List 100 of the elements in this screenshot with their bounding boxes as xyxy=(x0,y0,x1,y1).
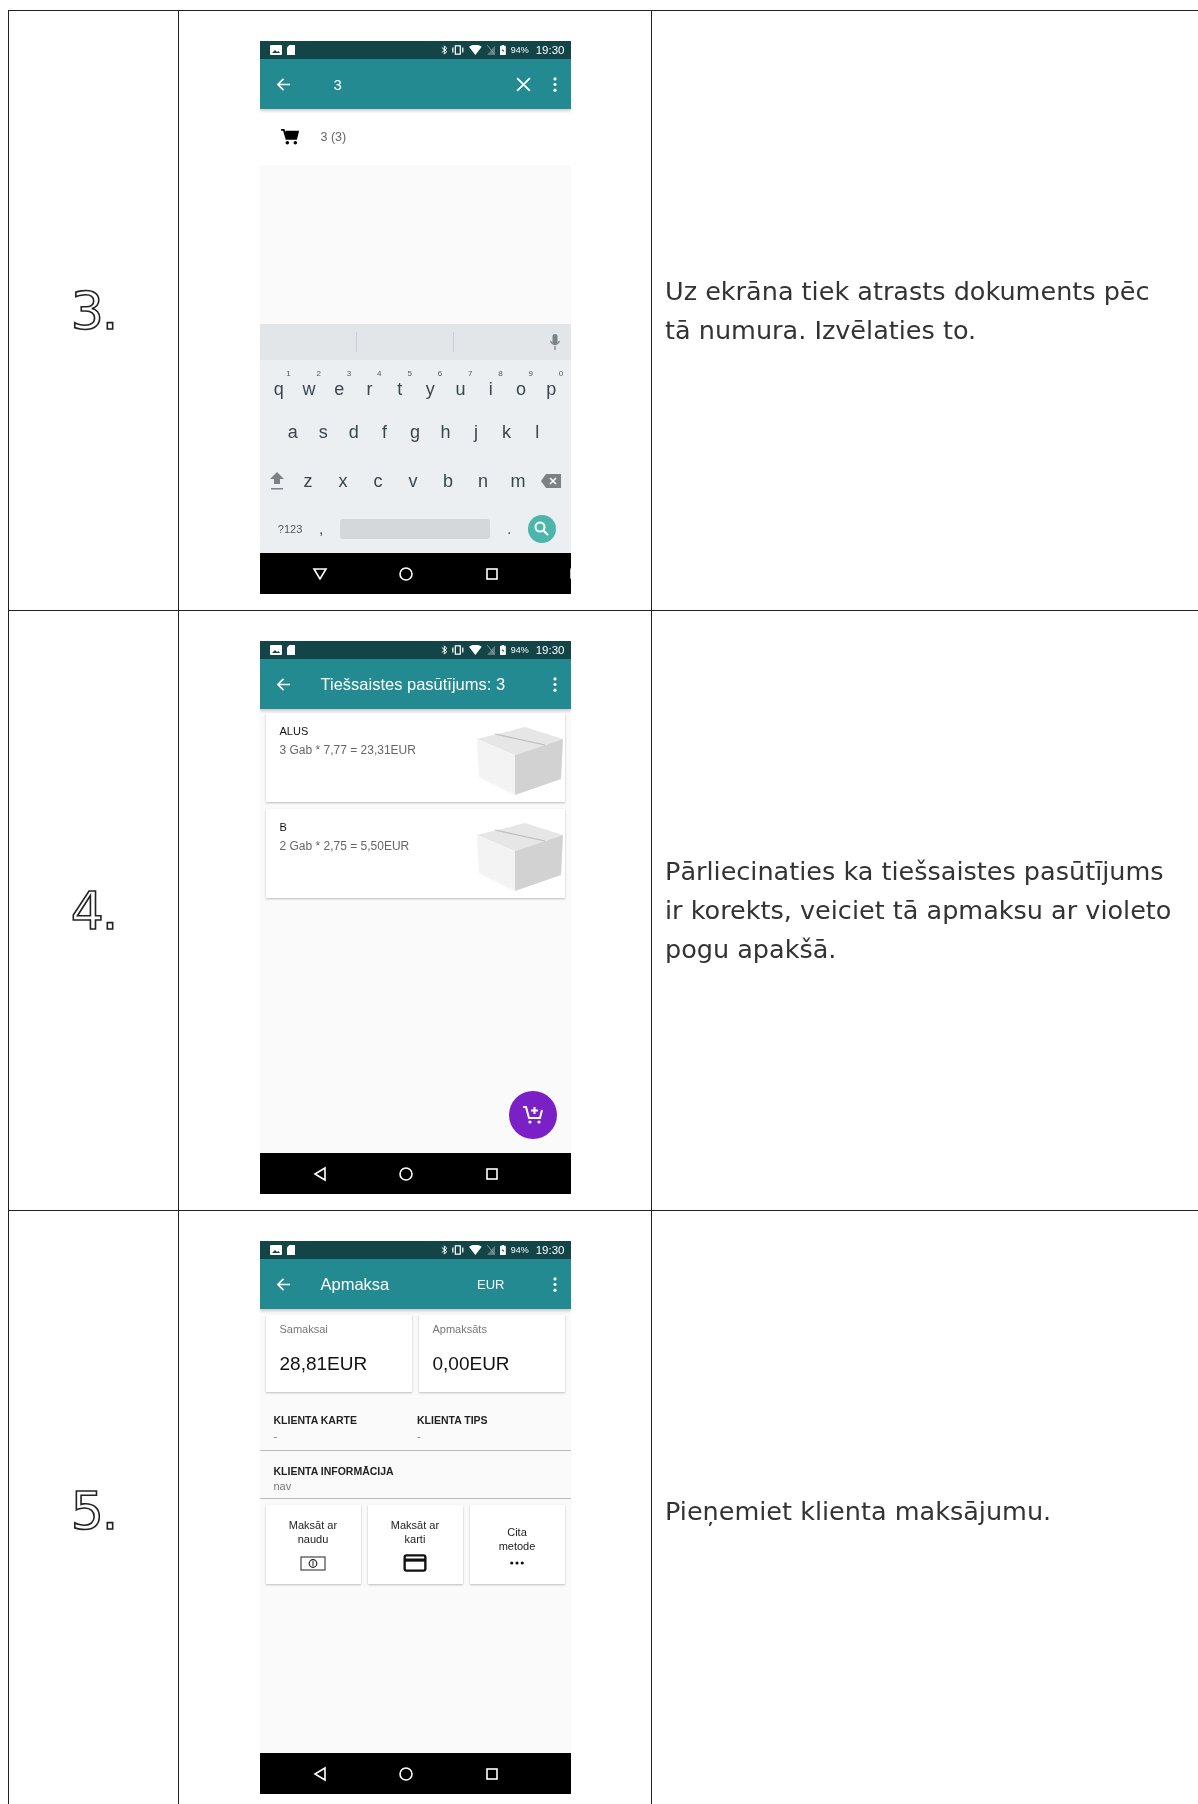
more-options-icon[interactable] xyxy=(552,676,557,692)
search-field[interactable]: 3 xyxy=(333,75,516,93)
clock-time: 19:30 xyxy=(535,44,565,56)
keyboard-key[interactable]: g xyxy=(402,421,427,444)
back-icon[interactable] xyxy=(311,1165,328,1182)
order-item-card[interactable]: ALUS 3 Gab * 7,77 = 23,31EUR xyxy=(265,713,565,802)
back-arrow-icon[interactable] xyxy=(275,76,291,92)
no-sim-icon xyxy=(486,1245,495,1255)
backspace-key-icon[interactable] xyxy=(541,473,561,488)
keyboard-key[interactable]: c xyxy=(366,469,390,492)
battery-percent: 94% xyxy=(510,645,529,655)
bluetooth-icon xyxy=(440,645,448,655)
item-total: 2 Gab * 2,75 = 5,50EUR xyxy=(279,839,410,853)
banknote-icon xyxy=(300,1553,326,1572)
recents-icon[interactable] xyxy=(483,1165,500,1182)
currency-button[interactable]: EUR xyxy=(477,1276,505,1292)
keyboard-key[interactable]: h xyxy=(433,421,458,444)
battery-icon xyxy=(499,45,506,55)
battery-icon xyxy=(499,1245,506,1255)
battery-percent: 94% xyxy=(510,1245,529,1255)
screen-title: Apmaksa xyxy=(320,1274,391,1294)
back-arrow-icon[interactable] xyxy=(275,676,291,692)
keyboard-key[interactable]: n xyxy=(471,469,495,492)
clock-time: 19:30 xyxy=(535,1244,565,1256)
keyboard-key[interactable]: m xyxy=(506,469,530,492)
step-description: Uz ekrāna tiek atrasts dokuments pēc tā numura. Izvēlaties to. xyxy=(665,274,1150,347)
keyboard-key[interactable]: f xyxy=(372,421,397,444)
wifi-icon xyxy=(468,645,482,655)
no-sim-icon xyxy=(486,645,495,655)
image-icon xyxy=(269,45,282,55)
more-horizontal-icon xyxy=(510,1560,524,1565)
recents-icon[interactable] xyxy=(483,1765,500,1782)
field-value: nav xyxy=(273,1480,293,1492)
field-label: KLIENTA INFORMĀCIJA xyxy=(273,1465,395,1477)
microphone-icon[interactable] xyxy=(550,334,561,350)
no-sim-icon xyxy=(486,45,495,55)
step-number: 5. xyxy=(70,1481,117,1541)
total-amount: 28,81EUR xyxy=(279,1353,369,1375)
home-icon[interactable] xyxy=(397,1165,414,1182)
checkout-cart-button[interactable] xyxy=(508,1091,557,1139)
keyboard-key[interactable]: l xyxy=(525,421,550,444)
battery-percent: 94% xyxy=(510,45,529,55)
symbols-key[interactable]: ?123 xyxy=(277,522,303,535)
payment-method-button[interactable]: Maksāt ar karti xyxy=(367,1505,463,1584)
clock-time: 19:30 xyxy=(535,644,565,656)
vibrate-icon xyxy=(452,645,464,655)
item-name: ALUS xyxy=(279,725,310,737)
home-icon[interactable] xyxy=(397,565,414,582)
step-description: Pārliecinaties ka tiešsaistes pasūtījums ir korekts, veiciet tā apmaksu ar violeto pogu apakšā. xyxy=(665,855,1172,966)
payment-method-button[interactable]: Cita metode xyxy=(469,1505,565,1584)
wifi-icon xyxy=(468,45,482,55)
search-result[interactable]: 3 (3) xyxy=(259,109,571,165)
close-icon[interactable] xyxy=(515,76,531,92)
payment-method-button[interactable]: Maksāt ar naudu xyxy=(265,1505,361,1584)
total-label: Samaksai xyxy=(279,1323,329,1335)
home-icon[interactable] xyxy=(397,1765,414,1782)
hide-keyboard-icon[interactable] xyxy=(311,565,328,582)
period-key[interactable]: . xyxy=(506,519,512,538)
vibrate-icon xyxy=(452,1245,464,1255)
total-amount: 0,00EUR xyxy=(432,1353,511,1375)
vibrate-icon xyxy=(452,45,464,55)
image-icon xyxy=(269,1245,282,1255)
shift-key-icon[interactable] xyxy=(269,470,285,491)
cart-icon xyxy=(280,129,299,145)
keyboard-key[interactable]: d xyxy=(341,421,366,444)
field-value: - xyxy=(273,1430,279,1442)
battery-icon xyxy=(499,645,506,655)
step-description: Pieņemiet klienta maksājumu. xyxy=(665,1494,1052,1528)
keyboard-key[interactable]: b xyxy=(436,469,460,492)
total-label: Apmaksāts xyxy=(432,1323,488,1335)
keyboard-key[interactable]: a xyxy=(280,421,305,444)
keyboard-key[interactable]: v xyxy=(401,469,425,492)
item-total: 3 Gab * 7,77 = 23,31EUR xyxy=(279,743,416,757)
comma-key[interactable]: , xyxy=(319,519,324,538)
keyboard-key[interactable]: s xyxy=(311,421,336,444)
keyboard-key[interactable]: j xyxy=(464,421,489,444)
image-icon xyxy=(269,645,282,655)
more-options-icon[interactable] xyxy=(552,76,557,92)
order-item-card[interactable]: B 2 Gab * 2,75 = 5,50EUR xyxy=(265,809,565,898)
keyboard-key[interactable]: x xyxy=(331,469,355,492)
more-options-icon[interactable] xyxy=(552,1276,557,1292)
item-name: B xyxy=(279,821,288,833)
field-value: - xyxy=(417,1430,422,1442)
back-arrow-icon[interactable] xyxy=(275,1276,291,1292)
step-number: 4. xyxy=(70,880,117,941)
search-key-icon[interactable] xyxy=(528,514,557,543)
wifi-icon xyxy=(468,1245,482,1255)
credit-card-icon xyxy=(402,1553,428,1572)
bluetooth-icon xyxy=(440,45,448,55)
bluetooth-icon xyxy=(440,1245,448,1255)
keyboard-key[interactable]: z xyxy=(296,469,320,492)
back-icon[interactable] xyxy=(311,1765,328,1782)
sd-card-icon xyxy=(286,45,295,55)
recents-icon[interactable] xyxy=(483,565,500,582)
screen-title: Tiešsaistes pasūtījums: 3 xyxy=(320,674,507,694)
field-label: KLIENTA TIPS xyxy=(417,1414,489,1426)
step-number: 3. xyxy=(70,280,117,341)
keyboard-key[interactable]: k xyxy=(494,421,519,444)
field-label: KLIENTA KARTE xyxy=(273,1414,358,1426)
sd-card-icon xyxy=(286,1245,295,1255)
